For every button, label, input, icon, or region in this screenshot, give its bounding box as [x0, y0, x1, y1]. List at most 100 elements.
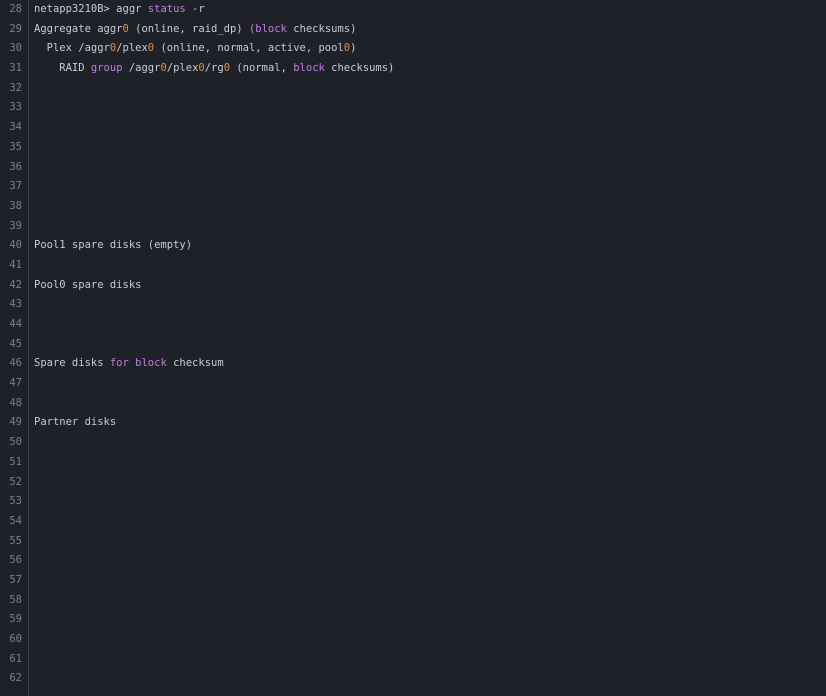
code-line-text[interactable]: Partner disks	[34, 413, 822, 433]
code-token: block	[135, 357, 167, 370]
line-number: 45	[9, 337, 22, 350]
line-number: 60	[9, 633, 22, 645]
code-line-text[interactable]: Aggregate aggr0 (online, raid_dp) (block…	[34, 20, 822, 40]
code-line[interactable]: 58partner0a.01.10a11SA:B0SAS150000/05608…	[0, 591, 826, 611]
line-number: 53	[9, 495, 22, 508]
code-line[interactable]: 33RAID DiskDeviceHASHELFBAYCHANPoolTypeR…	[0, 98, 826, 118]
line-number: 43	[9, 298, 22, 311]
line-number: 31	[9, 62, 22, 75]
code-line[interactable]: 31 RAID group /aggr0/plex0/rg0 (normal, …	[0, 59, 826, 79]
code-line[interactable]: 51RAID DiskDeviceHASHELFBAYCHANPoolTypeR…	[0, 453, 826, 473]
code-token: Aggregate aggr	[34, 22, 123, 35]
code-editor[interactable]: 28 netapp3210B> aggr status -r 29 Aggregate…	[0, 0, 826, 696]
code-token: (online, raid_dp)	[128, 22, 249, 35]
line-number: 58	[9, 593, 22, 606]
code-token: /rg	[204, 62, 224, 75]
line-number: 33	[9, 101, 22, 114]
code-line[interactable]: 49 Partner disks	[0, 413, 826, 433]
code-line[interactable]: 44RAID DiskDeviceHASHELFBAYCHANPoolTypeR…	[0, 315, 826, 335]
code-line[interactable]: 35dparity0b.01.120b112SA:A0SAS1500056000…	[0, 138, 826, 158]
line-number: 40	[9, 239, 22, 252]
line-number: 35	[9, 140, 22, 153]
code-line[interactable]: 41	[0, 256, 826, 276]
code-token: checksums)	[286, 22, 357, 35]
line-number: 36	[9, 160, 22, 173]
code-line[interactable]: 54partner0b.01.220b122SA:A0SAS150000/056…	[0, 512, 826, 532]
code-token: for	[109, 357, 129, 370]
code-text: Pool0 spare disks	[34, 278, 142, 291]
line-number: 34	[9, 121, 22, 134]
code-token: )	[350, 42, 357, 55]
code-line[interactable]: 46 Spare disks for block checksum	[0, 354, 826, 374]
line-number: 48	[9, 396, 22, 409]
line-number: 30	[9, 42, 22, 55]
code-line[interactable]: 53partner0a.01.230a123SA:B0SAS150000/056…	[0, 492, 826, 512]
code-line[interactable]: 38	[0, 197, 826, 217]
code-line[interactable]: 52--------------------------------------…	[0, 473, 826, 493]
code-token: Plex /aggr	[34, 42, 110, 55]
line-number: 50	[9, 436, 22, 449]
line-number: 38	[9, 199, 22, 212]
code-line[interactable]: 36parity0a.01.130a113SA:B0SAS15000560000…	[0, 158, 826, 178]
code-token: (normal,	[230, 62, 294, 75]
code-line-text[interactable]: netapp3210B> aggr status -r	[34, 0, 822, 20]
line-number: 55	[9, 534, 22, 547]
code-line[interactable]: 29 Aggregate aggr0 (online, raid_dp) (blo…	[0, 20, 826, 40]
code-token: /plex	[116, 42, 148, 55]
line-number: 39	[9, 219, 22, 232]
code-line-text[interactable]: RAID group /aggr0/plex0/rg0 (normal, blo…	[34, 59, 822, 79]
line-number: 56	[9, 554, 22, 567]
line-number: 29	[9, 22, 22, 35]
code-token: /plex	[166, 62, 199, 75]
code-line[interactable]: 39	[0, 217, 826, 237]
code-token: -r	[185, 3, 205, 15]
line-number: 28	[9, 3, 22, 15]
code-token: status	[147, 3, 186, 15]
code-token: netapp3210B> aggr	[34, 3, 148, 15]
code-line-text[interactable]: Pool0 spare disks	[34, 276, 822, 296]
code-line[interactable]: 47spare0a.01.50a15SA:B0SAS15000560000/11…	[0, 374, 826, 394]
code-line[interactable]: 34--------------------------------------…	[0, 118, 826, 138]
code-token: checksum	[166, 357, 224, 370]
code-line[interactable]: 42 Pool0 spare disks	[0, 276, 826, 296]
code-line[interactable]: 37data0b.01.140b114SA:A0SAS15000560000/1…	[0, 177, 826, 197]
code-line-text[interactable]: Spare disks for block checksum	[34, 354, 822, 374]
line-number: 62	[9, 672, 22, 685]
code-line[interactable]: 59partner0a.01.70a17SA:B0SAS150000/05608…	[0, 610, 826, 630]
line-number: 54	[9, 514, 22, 527]
code-line[interactable]: 45--------------------------------------…	[0, 335, 826, 355]
code-token: checksums)	[324, 62, 395, 75]
line-number: 41	[9, 258, 22, 271]
code-line[interactable]: 32	[0, 79, 826, 99]
code-line[interactable]: 61partner0b.01.180b118SA:A0SAS150000/056…	[0, 650, 826, 670]
code-token: RAID	[34, 62, 91, 75]
code-line-text[interactable]: Pool1 spare disks (empty)	[34, 236, 822, 256]
line-number: 51	[9, 455, 22, 468]
line-number: 59	[9, 613, 22, 626]
line-number: 57	[9, 573, 22, 586]
code-line[interactable]: 57partner0a.01.90a19SA:B0SAS150000/05602…	[0, 571, 826, 591]
code-line-text[interactable]: Plex /aggr0/plex0 (online, normal, activ…	[34, 39, 822, 59]
code-line[interactable]: 48	[0, 394, 826, 414]
code-line[interactable]: 55partner0b.01.00b10SA:A0SAS150000/05608…	[0, 532, 826, 552]
code-token: Spare disks	[34, 357, 110, 370]
code-line[interactable]: 60partner0a.01.30a13SA:B0SAS150000/05608…	[0, 630, 826, 650]
code-text: Pool1 spare disks (empty)	[34, 239, 193, 252]
code-token: (block	[248, 22, 287, 35]
code-lines[interactable]: 28 netapp3210B> aggr status -r 29 Aggregate…	[0, 0, 826, 689]
code-line[interactable]: 28 netapp3210B> aggr status -r	[0, 0, 826, 20]
code-line[interactable]: 62partner0a.01.210a121SA:B0SAS150000/056…	[0, 669, 826, 689]
code-line[interactable]: 56partner0b.01.60b16SA:A0SAS150000/05608…	[0, 551, 826, 571]
line-number: 52	[9, 475, 22, 488]
code-line[interactable]: 30 Plex /aggr0/plex0 (online, normal, ac…	[0, 39, 826, 59]
code-text: Partner disks	[34, 416, 117, 429]
code-token: group	[90, 62, 123, 75]
code-token: /aggr	[122, 62, 161, 75]
line-number: 32	[9, 81, 22, 94]
line-number: 44	[9, 318, 22, 330]
code-line[interactable]: 40 Pool1 spare disks (empty)	[0, 236, 826, 256]
code-line[interactable]: 43	[0, 295, 826, 315]
code-line[interactable]: 50	[0, 433, 826, 453]
line-number: 37	[9, 180, 22, 193]
line-number: 49	[9, 416, 22, 429]
